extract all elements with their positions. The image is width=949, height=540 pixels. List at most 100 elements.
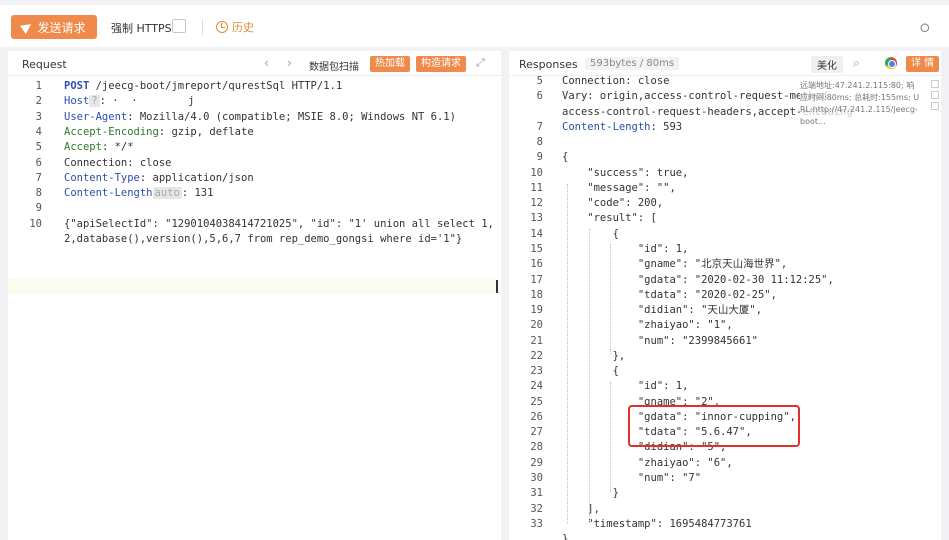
indent-guide xyxy=(610,244,611,354)
code-text: { xyxy=(562,364,619,379)
code-text: }, xyxy=(562,349,626,364)
code-text: "tdata": "2020-02-25", xyxy=(562,288,777,303)
hot-load-button[interactable]: 热加载 xyxy=(370,56,410,72)
line-number: 6 xyxy=(536,90,543,103)
code-token: : gzip, deflate xyxy=(158,125,254,138)
code-token: "num": "7" xyxy=(562,472,702,485)
line-number: 13 xyxy=(530,212,543,225)
send-icon xyxy=(20,20,35,34)
share-icon[interactable]: ⭘ xyxy=(920,21,930,36)
variable-badge: auto xyxy=(152,187,182,200)
code-token: "timestamp": 1695484773761 xyxy=(562,517,752,530)
code-token: POST xyxy=(64,80,90,92)
code-text: POST /jeecg-boot/jmreport/qurestSql HTTP… xyxy=(64,79,342,94)
history-button[interactable]: 历史 xyxy=(216,19,254,35)
code-token: : 593 xyxy=(650,120,683,133)
indent-guide xyxy=(567,184,568,524)
code-text: "didian": "天山大厦", xyxy=(562,303,762,318)
line-number: 15 xyxy=(530,242,543,255)
line-number: 10 xyxy=(530,166,543,179)
line-number: 33 xyxy=(530,517,543,530)
code-token: "id": 1, xyxy=(562,242,689,255)
code-token: : */* xyxy=(101,141,134,154)
code-text: Content-Length auto: 131 xyxy=(64,186,213,201)
code-token: Accept xyxy=(64,141,102,154)
line-number: 25 xyxy=(530,395,543,408)
packet-scan-button[interactable]: 数据包扫描 xyxy=(309,58,359,73)
code-text: 2,database(),version(),5,6,7 from rep_de… xyxy=(64,232,462,247)
code-text: "num": "7" xyxy=(562,471,701,486)
code-token: "tdata": "2020-02-25", xyxy=(562,288,777,301)
code-text: Host?: · · j xyxy=(64,94,194,109)
code-token: "gdata": "2020-02-30 11:12:25", xyxy=(562,273,834,286)
code-token: : application/json xyxy=(139,171,254,184)
expand-icon[interactable]: ⤢ xyxy=(476,56,485,70)
code-text: {"apiSelectId": "1290104038414721025", "… xyxy=(64,217,494,232)
send-request-button[interactable]: 发送请求 xyxy=(11,15,97,39)
code-token: {"apiSelectId": "1290104038414721025", "… xyxy=(64,217,494,230)
responses-title: Responses xyxy=(519,58,578,71)
code-token: /jeecg-boot/jmreport/qurestSql HTTP/1.1 xyxy=(89,80,343,92)
line-number: 29 xyxy=(530,456,543,469)
code-text: Accept-Encoding: gzip, deflate xyxy=(64,125,254,140)
line-number: 32 xyxy=(530,502,543,515)
beautify-button[interactable]: 美化 xyxy=(811,56,843,73)
code-token: "code": 200, xyxy=(562,197,664,210)
code-text: "id": 1, xyxy=(562,242,689,257)
code-token: Connection: close xyxy=(562,75,670,87)
tooltip-line: 应时间:80ms; 总耗时:155ms; U xyxy=(800,93,920,102)
current-line-highlight xyxy=(8,279,501,295)
code-token: "num": "2399845661" xyxy=(562,334,758,347)
code-text: } xyxy=(562,532,568,540)
code-text: "num": "2399845661" xyxy=(562,334,758,349)
line-number: 8 xyxy=(536,136,543,149)
code-text: User-Agent: Mozilla/4.0 (compatible; MSI… xyxy=(64,110,456,125)
send-request-label: 发送请求 xyxy=(37,20,86,35)
code-token: Content-Type xyxy=(64,171,140,184)
code-text: Content-Length: 593 xyxy=(562,120,682,135)
line-number: 16 xyxy=(530,258,543,271)
line-number: 20 xyxy=(530,319,543,332)
build-request-button[interactable]: 构造请求 xyxy=(416,56,466,72)
search-icon[interactable]: ⌕ xyxy=(853,56,860,71)
code-text: "zhaiyao": "1", xyxy=(562,318,733,333)
response-panel-header: Responses 593bytes / 80ms 美化 ⌕ 详 情 xyxy=(509,51,941,76)
highlight-annotation-box xyxy=(628,405,800,447)
line-number: 18 xyxy=(530,288,543,301)
line-number: 30 xyxy=(530,472,543,485)
code-token: "zhaiyao": "6", xyxy=(562,456,733,469)
side-square-icon[interactable] xyxy=(931,91,939,99)
side-square-icon[interactable] xyxy=(931,102,939,110)
chevron-left-icon[interactable]: ‹ xyxy=(264,56,269,70)
code-text: "gname": "北京天山海世界", xyxy=(562,257,787,272)
code-text: "zhaiyao": "6", xyxy=(562,456,733,471)
line-number: 11 xyxy=(530,181,543,194)
line-number: 9 xyxy=(35,202,42,215)
code-token: : 131 xyxy=(181,187,214,200)
code-token: { xyxy=(562,151,569,164)
force-https-checkbox[interactable] xyxy=(172,19,186,33)
code-token: } xyxy=(562,533,569,540)
browser-icon[interactable] xyxy=(885,57,897,69)
force-https-label: 强制 HTTPS xyxy=(111,22,172,35)
detail-button[interactable]: 详 情 xyxy=(906,56,940,72)
tooltip-line: 远端地址:47.241.2.115:80; 响 xyxy=(800,81,915,90)
line-number: 3 xyxy=(35,110,42,123)
side-icons xyxy=(931,80,939,120)
code-token: : · · j xyxy=(99,95,195,108)
code-token: Accept-Encoding xyxy=(64,125,159,138)
indent-guide xyxy=(610,382,611,492)
code-text: Connection: close xyxy=(562,74,669,89)
code-token: "id": 1, xyxy=(562,380,689,393)
text-cursor xyxy=(496,280,498,293)
code-token: : Mozilla/4.0 (compatible; MSIE 8.0; Win… xyxy=(127,110,456,123)
line-number: 9 xyxy=(536,151,543,164)
chevron-right-icon[interactable]: › xyxy=(287,56,292,70)
code-token: "message": "", xyxy=(562,181,676,194)
code-text: "code": 200, xyxy=(562,196,663,211)
code-token: Host xyxy=(64,95,90,108)
code-token: Content-Length xyxy=(64,187,153,200)
line-number: 21 xyxy=(530,334,543,347)
side-square-icon[interactable] xyxy=(931,80,939,88)
line-number: 12 xyxy=(530,197,543,210)
